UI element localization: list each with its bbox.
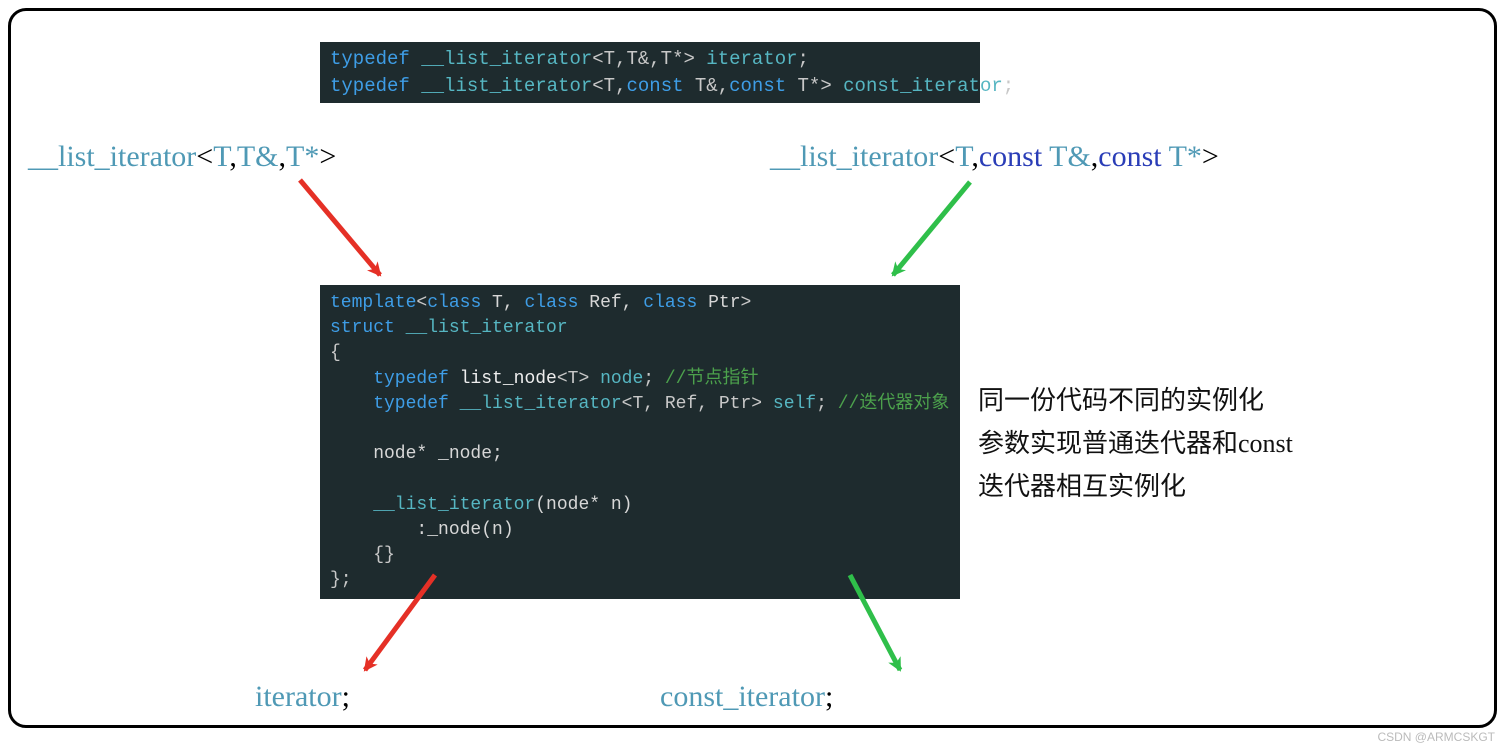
type-name: __list_iterator xyxy=(421,48,592,70)
label-nonconst-instantiation: __list_iterator<T,T&,T*> xyxy=(28,140,336,174)
code-typedefs: typedef __list_iterator<T,T&,T*> iterato… xyxy=(320,42,980,103)
label-const-instantiation: __list_iterator<T,const T&,const T*> xyxy=(770,140,1219,174)
explanation-text: 同一份代码不同的实例化 参数实现普通迭代器和const 迭代器相互实例化 xyxy=(978,380,1293,509)
kw-typedef: typedef xyxy=(330,48,410,70)
code-struct-definition: template<class T, class Ref, class Ptr> … xyxy=(320,285,960,599)
label-iterator: iterator; xyxy=(255,680,350,714)
watermark: CSDN @ARMCSKGT xyxy=(1377,730,1495,744)
label-const-iterator: const_iterator; xyxy=(660,680,833,714)
diagram-canvas: typedef __list_iterator<T,T&,T*> iterato… xyxy=(0,0,1505,746)
